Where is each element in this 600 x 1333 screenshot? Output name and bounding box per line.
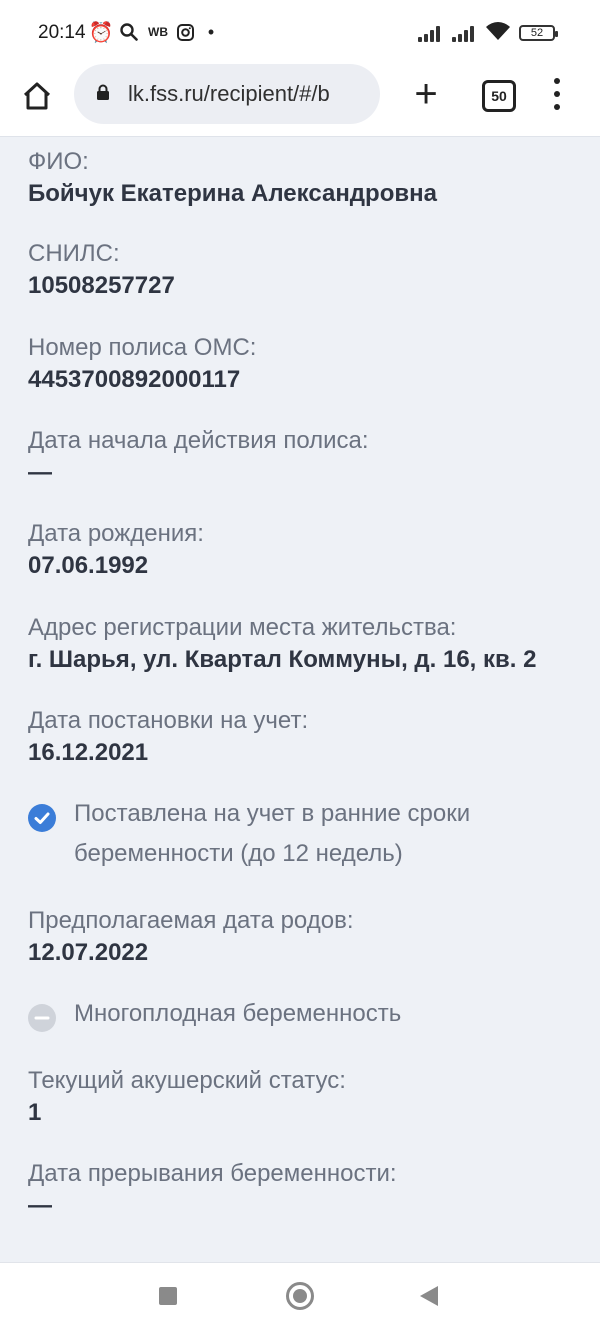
field-termination-date: Дата прерывания беременности: — — [28, 1158, 588, 1222]
instagram-icon — [176, 20, 194, 44]
field-label: Номер полиса ОМС: — [28, 334, 257, 361]
field-birth-date: Дата рождения: 07.06.1992 — [28, 518, 588, 582]
field-obstetric-status: Текущий акушерский статус: 1 — [28, 1065, 588, 1129]
battery-icon: 52 — [519, 25, 558, 41]
field-label: Адрес регистрации места жительства: — [28, 614, 457, 641]
field-fio: ФИО: Бойчук Екатерина Александровна — [28, 146, 588, 210]
field-label: Дата начала действия полиса: — [28, 427, 369, 454]
status-bar: 20:14 ⏰ WB • 52 — [0, 0, 600, 64]
field-label: Текущий акушерский статус: — [28, 1067, 346, 1094]
field-value: — — [28, 459, 52, 486]
field-oms-policy: Номер полиса ОМС: 4453700892000117 — [28, 332, 588, 396]
field-value: 4453700892000117 — [28, 366, 241, 393]
more-notifications-icon: • — [207, 21, 215, 42]
field-value: 12.07.2022 — [28, 939, 149, 966]
field-value: г. Шарья, ул. Квартал Коммуны, д. 16, кв… — [28, 646, 537, 673]
lock-icon — [97, 84, 109, 100]
check-text: Поставлена на учет в ранние сроки береме… — [74, 800, 471, 867]
field-expected-birth-date: Предполагаемая дата родов: 12.07.2022 — [28, 905, 588, 969]
home-button[interactable] — [18, 78, 56, 114]
signal-icon — [452, 22, 478, 42]
checkmark-icon — [28, 804, 56, 832]
field-value: 07.06.1992 — [28, 552, 149, 579]
wb-app-icon: WB — [148, 25, 168, 39]
field-value: 1 — [28, 1099, 42, 1126]
field-snils: СНИЛС: 10508257727 — [28, 238, 588, 302]
field-label: Дата постановки на учет: — [28, 707, 309, 734]
field-label: Дата прерывания беременности: — [28, 1160, 397, 1187]
minus-icon — [28, 1004, 56, 1032]
search-icon — [118, 20, 140, 44]
field-value: — — [28, 1192, 52, 1219]
url-text[interactable]: lk.fss.ru/recipient/#/b — [128, 81, 378, 107]
tab-count-button[interactable]: 50 — [482, 80, 516, 112]
wifi-icon — [485, 20, 511, 42]
home-nav-button[interactable] — [286, 1282, 314, 1310]
browser-toolbar: lk.fss.ru/recipient/#/b + 50 — [0, 64, 600, 136]
field-policy-start-date: Дата начала действия полиса: — — [28, 425, 588, 489]
field-label: Дата рождения: — [28, 520, 204, 547]
field-label: Предполагаемая дата родов: — [28, 907, 354, 934]
field-registration-date: Дата постановки на учет: 16.12.2021 — [28, 705, 588, 769]
system-nav-bar — [0, 1262, 600, 1333]
address-bar[interactable]: lk.fss.ru/recipient/#/b — [74, 64, 380, 124]
back-button[interactable] — [420, 1286, 438, 1306]
field-value: 16.12.2021 — [28, 739, 149, 766]
menu-button[interactable] — [546, 78, 568, 112]
signal-icon — [418, 22, 444, 42]
recent-apps-button[interactable] — [159, 1287, 177, 1305]
alarm-icon: ⏰ — [88, 21, 114, 44]
field-value: Бойчук Екатерина Александровна — [28, 180, 437, 207]
check-text: Многоплодная беременность — [74, 1000, 402, 1027]
status-time: 20:14 — [38, 22, 86, 43]
field-registration-address: Адрес регистрации места жительства: г. Ш… — [28, 612, 588, 676]
new-tab-button[interactable]: + — [406, 74, 446, 116]
home-icon — [23, 82, 51, 110]
top-bar: 20:14 ⏰ WB • 52 lk.fss.ru/recipient/#/b … — [0, 0, 600, 137]
field-label: СНИЛС: — [28, 240, 120, 267]
field-label: ФИО: — [28, 148, 89, 175]
field-value: 10508257727 — [28, 272, 175, 299]
